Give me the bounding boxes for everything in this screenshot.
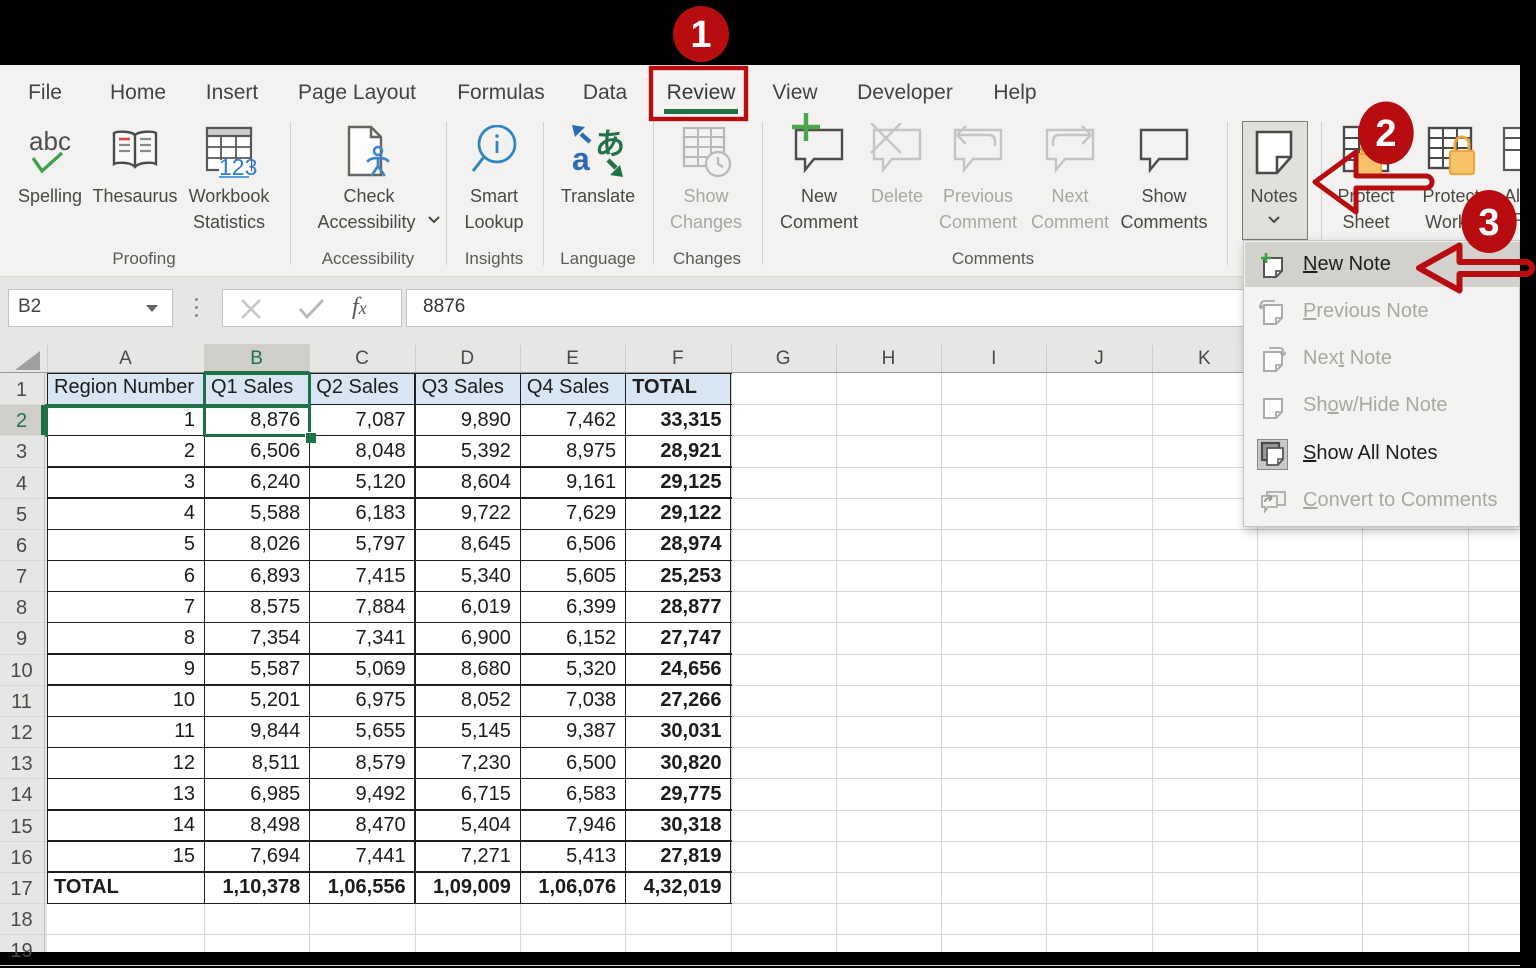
svg-text:1: 1 [690, 14, 711, 56]
svg-text:2: 2 [1375, 113, 1396, 155]
svg-text:3: 3 [1478, 202, 1499, 244]
